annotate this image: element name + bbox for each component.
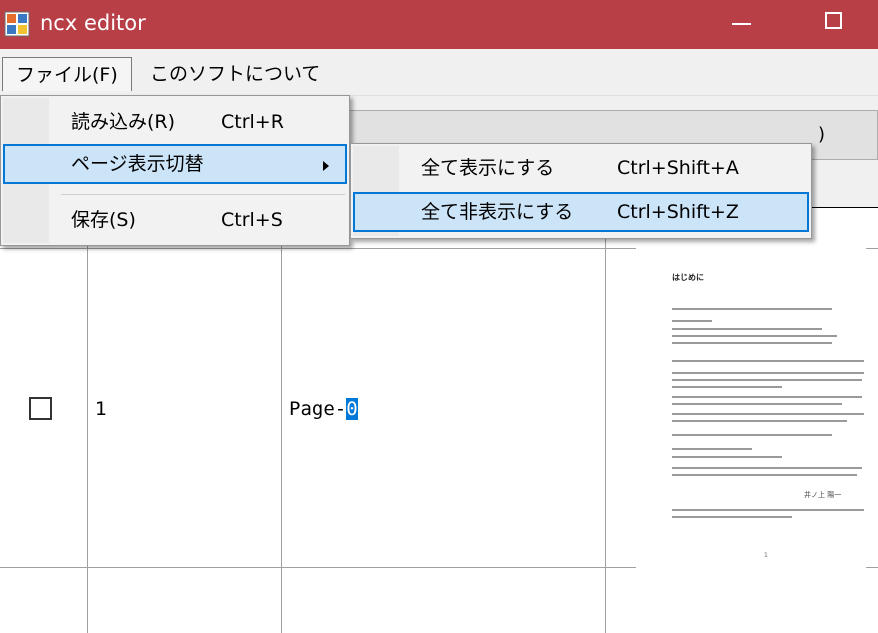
thumbnail-text-line — [672, 372, 864, 374]
menu-item-label: 全て非表示にする — [421, 201, 574, 223]
menu-item-show-all[interactable]: 全て表示にする Ctrl+Shift+A — [353, 148, 809, 188]
menu-item-page-view[interactable]: ページ表示切替 — [3, 144, 347, 184]
thumbnail-text-line — [672, 386, 782, 388]
menu-item-label: 保存(S) — [71, 209, 136, 231]
window-title: ncx editor — [40, 11, 146, 35]
menu-item-shortcut: Ctrl+S — [221, 209, 283, 231]
thumbnail-text-line — [672, 379, 862, 381]
toolbar-button-label: ) — [817, 124, 825, 145]
menu-item-load[interactable]: 読み込み(R) Ctrl+R — [3, 102, 347, 142]
menu-item-hide-all[interactable]: 全て非表示にする Ctrl+Shift+Z — [353, 192, 809, 232]
thumbnail-text-line — [672, 360, 864, 362]
thumbnail-heading: はじめに — [672, 273, 704, 282]
thumbnail-text-line — [672, 320, 712, 322]
menu-item-shortcut: Ctrl+Shift+Z — [617, 201, 739, 223]
app-icon — [4, 11, 30, 37]
menu-file[interactable]: ファイル(F) — [2, 57, 132, 91]
file-menu-dropdown: 読み込み(R) Ctrl+R ページ表示切替 保存(S) Ctrl+S — [0, 95, 350, 246]
thumbnail-text-line — [672, 403, 842, 405]
grid-column-border — [605, 208, 606, 633]
thumbnail-text-line — [672, 434, 832, 436]
menu-item-label: ページ表示切替 — [71, 153, 204, 175]
thumbnail-text-line — [672, 516, 792, 518]
page-thumbnail[interactable]: はじめに 井ノ上 陽一 1 — [636, 238, 866, 568]
submenu-arrow-icon — [323, 161, 329, 171]
page-view-submenu: 全て表示にする Ctrl+Shift+A 全て非表示にする Ctrl+Shift… — [350, 143, 812, 239]
maximize-icon[interactable] — [805, 0, 863, 49]
menu-item-label: 読み込み(R) — [71, 111, 176, 133]
row-checkbox[interactable] — [29, 397, 52, 420]
thumbnail-text-line — [672, 396, 862, 398]
thumbnail-text-line — [672, 456, 782, 458]
menu-about[interactable]: このソフトについて — [142, 57, 326, 91]
row-title-selection: 0 — [346, 398, 358, 420]
thumbnail-text-line — [672, 467, 862, 469]
menu-item-label: 全て表示にする — [421, 157, 555, 179]
thumbnail-text-line — [672, 342, 832, 344]
thumbnail-signature: 井ノ上 陽一 — [804, 491, 842, 499]
thumbnail-page-number: 1 — [764, 552, 768, 559]
menu-item-shortcut: Ctrl+Shift+A — [617, 157, 739, 179]
thumbnail-text-line — [672, 328, 822, 330]
thumbnail-text-line — [672, 335, 837, 337]
minimize-icon[interactable] — [712, 0, 770, 49]
thumbnail-text-line — [672, 448, 752, 450]
menu-item-shortcut: Ctrl+R — [221, 111, 284, 133]
thumbnail-text-line — [672, 509, 864, 511]
title-bar: ncx editor — [0, 0, 878, 49]
menu-item-save[interactable]: 保存(S) Ctrl+S — [3, 200, 347, 240]
row-title-text: Page- — [289, 398, 347, 420]
thumbnail-text-line — [672, 420, 847, 422]
grid-column-border — [281, 208, 282, 633]
thumbnail-text-line — [672, 413, 864, 415]
thumbnail-text-line — [672, 308, 832, 310]
row-number: 1 — [95, 398, 108, 420]
thumbnail-text-line — [672, 474, 857, 476]
row-title-cell[interactable]: Page-0 — [289, 396, 358, 422]
grid-column-border — [87, 208, 88, 633]
menu-bar: ファイル(F) このソフトについて — [0, 49, 878, 96]
menu-separator — [61, 194, 345, 195]
